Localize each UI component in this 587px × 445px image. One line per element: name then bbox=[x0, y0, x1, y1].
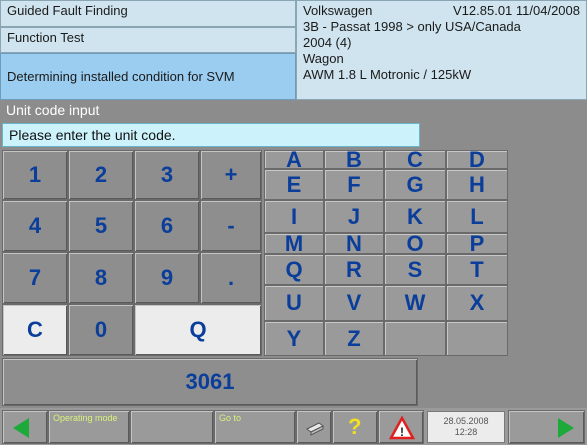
key-letter-b[interactable]: B bbox=[324, 147, 384, 172]
back-button[interactable] bbox=[2, 410, 48, 444]
key-4[interactable]: 4 bbox=[2, 200, 68, 252]
key-9[interactable]: 9 bbox=[134, 252, 200, 304]
mode-title: Guided Fault Finding bbox=[0, 0, 296, 27]
task-title: Determining installed condition for SVM bbox=[0, 53, 296, 100]
date-text: 28.05.2008 bbox=[443, 416, 489, 426]
key-letter-e[interactable]: E bbox=[264, 169, 324, 200]
vehicle-model: 3B - Passat 1998 > only USA/Canada bbox=[303, 19, 521, 34]
time-text: 12:28 bbox=[454, 427, 478, 437]
printer-icon bbox=[306, 422, 324, 436]
key-letter-a[interactable]: A bbox=[264, 147, 324, 172]
vehicle-info: Volkswagen V12.85.01 11/04/2008 3B - Pas… bbox=[296, 0, 587, 100]
key-3[interactable]: 3 bbox=[134, 150, 200, 200]
vehicle-brand-row: Volkswagen V12.85.01 11/04/2008 bbox=[303, 3, 580, 19]
operating-mode-label: Operating mode bbox=[53, 413, 118, 423]
key-letter-y[interactable]: Y bbox=[264, 321, 324, 356]
key-letter-d[interactable]: D bbox=[446, 147, 508, 172]
key-letter-m[interactable]: M bbox=[264, 231, 324, 256]
key-7[interactable]: 7 bbox=[2, 252, 68, 304]
key-letter-f[interactable]: F bbox=[324, 169, 384, 200]
help-button[interactable]: ? bbox=[332, 410, 378, 444]
key-letter-i[interactable]: I bbox=[264, 200, 324, 233]
key-letter-z[interactable]: Z bbox=[324, 321, 384, 356]
warning-triangle-icon: ! bbox=[389, 416, 415, 440]
key-letter-h[interactable]: H bbox=[446, 169, 508, 200]
task-text: Determining installed condition for SVM bbox=[7, 69, 235, 84]
key-letter-l[interactable]: L bbox=[446, 200, 508, 233]
vehicle-engine: AWM 1.8 L Motronic / 125kW bbox=[303, 67, 472, 82]
question-mark-icon: ? bbox=[348, 414, 362, 439]
function-title: Function Test bbox=[0, 27, 296, 53]
software-version: V12.85.01 11/04/2008 bbox=[453, 3, 580, 18]
key-letter-w[interactable]: W bbox=[384, 285, 446, 321]
warning-button[interactable]: ! bbox=[378, 410, 424, 444]
code-display: 3061 bbox=[2, 358, 418, 406]
key-letter-p[interactable]: P bbox=[446, 231, 508, 256]
screen: Guided Fault Finding Function Test Deter… bbox=[0, 0, 587, 445]
go-to-label: Go to bbox=[219, 413, 242, 423]
key-dot[interactable]: . bbox=[200, 252, 262, 304]
forward-button[interactable] bbox=[508, 410, 585, 444]
key-letter-c[interactable]: C bbox=[384, 147, 446, 172]
key-letter-t[interactable]: T bbox=[446, 254, 508, 285]
key-letter-blank-2 bbox=[446, 321, 508, 356]
key-letter-j[interactable]: J bbox=[324, 200, 384, 233]
key-letter-g[interactable]: G bbox=[384, 169, 446, 200]
key-clear[interactable]: C bbox=[2, 304, 68, 356]
key-6[interactable]: 6 bbox=[134, 200, 200, 252]
key-quit[interactable]: Q bbox=[134, 304, 262, 356]
key-8[interactable]: 8 bbox=[68, 252, 134, 304]
key-letter-v[interactable]: V bbox=[324, 285, 384, 321]
key-minus[interactable]: - bbox=[200, 200, 262, 252]
prompt-text: Please enter the unit code. bbox=[2, 123, 420, 147]
key-letter-x[interactable]: X bbox=[446, 285, 508, 321]
arrow-left-icon bbox=[13, 418, 29, 438]
arrow-right-icon bbox=[558, 418, 574, 438]
operating-mode-button[interactable]: Operating mode bbox=[48, 410, 130, 444]
key-letter-k[interactable]: K bbox=[384, 200, 446, 233]
date-time-display: 28.05.2008 12:28 bbox=[427, 411, 505, 443]
vehicle-body: Wagon bbox=[303, 51, 344, 66]
key-letter-n[interactable]: N bbox=[324, 231, 384, 256]
print-button[interactable] bbox=[296, 410, 332, 444]
vehicle-brand: Volkswagen bbox=[303, 3, 373, 18]
key-0[interactable]: 0 bbox=[68, 304, 134, 356]
key-plus[interactable]: + bbox=[200, 150, 262, 200]
key-2[interactable]: 2 bbox=[68, 150, 134, 200]
key-letter-q[interactable]: Q bbox=[264, 254, 324, 285]
key-letter-s[interactable]: S bbox=[384, 254, 446, 285]
key-letter-o[interactable]: O bbox=[384, 231, 446, 256]
key-letter-blank-1 bbox=[384, 321, 446, 356]
key-5[interactable]: 5 bbox=[68, 200, 134, 252]
key-letter-u[interactable]: U bbox=[264, 285, 324, 321]
key-1[interactable]: 1 bbox=[2, 150, 68, 200]
go-to-button[interactable]: Go to bbox=[214, 410, 296, 444]
blank-button bbox=[130, 410, 214, 444]
key-letter-r[interactable]: R bbox=[324, 254, 384, 285]
svg-text:!: ! bbox=[400, 425, 404, 439]
section-title: Unit code input bbox=[0, 100, 587, 122]
vehicle-year: 2004 (4) bbox=[303, 35, 352, 50]
